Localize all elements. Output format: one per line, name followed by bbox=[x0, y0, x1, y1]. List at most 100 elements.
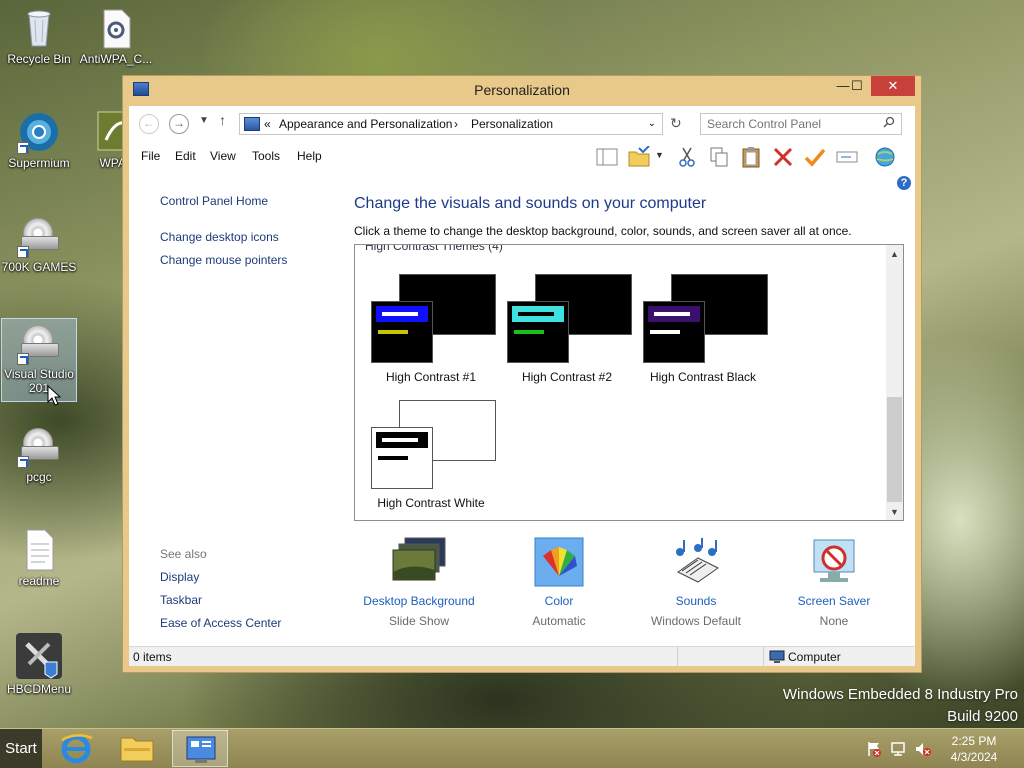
forward-button[interactable]: → bbox=[169, 114, 189, 134]
refresh-icon[interactable]: ↻ bbox=[670, 115, 682, 132]
theme-preview-text bbox=[514, 330, 544, 334]
taskbar-internet-explorer[interactable] bbox=[48, 730, 104, 767]
tools-icon bbox=[15, 632, 63, 680]
desktop-background-setting[interactable]: Desktop Background Slide Show bbox=[354, 536, 484, 628]
taskbar-file-explorer[interactable] bbox=[109, 730, 165, 767]
status-bar: 0 items Computer bbox=[129, 646, 915, 667]
settings-file-icon bbox=[94, 6, 138, 50]
desktop-icon-label: Supermium bbox=[8, 156, 70, 170]
help-icon[interactable]: ? bbox=[897, 176, 911, 190]
link-change-desktop-icons[interactable]: Change desktop icons bbox=[160, 230, 279, 244]
recent-pages-chevron-icon[interactable]: ▼ bbox=[199, 115, 209, 126]
screen-saver-label[interactable]: Screen Saver bbox=[769, 594, 899, 608]
close-button[interactable]: ✕ bbox=[871, 76, 915, 96]
cut-icon[interactable] bbox=[675, 146, 699, 168]
text-file-icon bbox=[17, 528, 61, 572]
screen-saver-icon bbox=[806, 536, 862, 588]
search-icon[interactable] bbox=[883, 116, 895, 128]
breadcrumb-personalization[interactable]: Personalization bbox=[471, 117, 553, 131]
scrollbar-thumb[interactable] bbox=[887, 397, 902, 502]
theme-preview-titlebar bbox=[376, 306, 428, 322]
title-bar[interactable]: Personalization — ☐ ✕ bbox=[123, 76, 921, 104]
breadcrumb-separator: › bbox=[454, 117, 458, 131]
maximize-button[interactable]: ☐ bbox=[843, 76, 871, 96]
menu-edit[interactable]: Edit bbox=[175, 149, 196, 163]
theme-high-contrast-2[interactable]: High Contrast #2 bbox=[507, 274, 647, 404]
desktop-icon-hbcdmenu[interactable]: HBCDMenu bbox=[1, 632, 77, 696]
desktop-icon-label: AntiWPA_C... bbox=[79, 52, 153, 66]
desktop-icon-label: Recycle Bin bbox=[7, 52, 71, 66]
desktop-icon-recycle-bin[interactable]: Recycle Bin bbox=[1, 6, 77, 66]
action-center-flag-icon[interactable] bbox=[866, 741, 882, 757]
navigation-bar: ← → ▼ ↑ « Appearance and Personalization… bbox=[129, 106, 915, 142]
link-ease-of-access-center[interactable]: Ease of Access Center bbox=[160, 616, 281, 630]
sounds-setting[interactable]: Sounds Windows Default bbox=[631, 536, 761, 628]
link-taskbar[interactable]: Taskbar bbox=[160, 593, 202, 607]
color-setting[interactable]: Color Automatic bbox=[494, 536, 624, 628]
theme-preview-front bbox=[371, 301, 433, 363]
theme-high-contrast-white[interactable]: High Contrast White bbox=[371, 400, 511, 520]
desktop-icon-visual-studio[interactable]: Visual Studio 201 bbox=[1, 318, 77, 402]
link-control-panel-home[interactable]: Control Panel Home bbox=[160, 194, 268, 208]
theme-high-contrast-1[interactable]: High Contrast #1 bbox=[371, 274, 511, 404]
screen-saver-setting[interactable]: Screen Saver None bbox=[769, 536, 899, 628]
desktop-icon-label: Visual Studio 201 bbox=[4, 367, 74, 395]
menu-help[interactable]: Help bbox=[297, 149, 322, 163]
back-button[interactable]: ← bbox=[139, 114, 159, 134]
search-input[interactable] bbox=[707, 116, 877, 132]
toolbar-dropdown-icon[interactable]: ▼ bbox=[655, 150, 664, 160]
copy-icon[interactable] bbox=[707, 146, 731, 168]
desktop-icon-label: pcgc bbox=[26, 470, 52, 484]
globe-icon[interactable] bbox=[873, 146, 897, 168]
os-watermark: Windows Embedded 8 Industry Pro Build 92… bbox=[783, 684, 1018, 728]
sounds-label[interactable]: Sounds bbox=[631, 594, 761, 608]
desktop-icon-label: 700K GAMES bbox=[1, 260, 77, 274]
desktop-icon-readme[interactable]: readme bbox=[1, 528, 77, 588]
link-change-mouse-pointers[interactable]: Change mouse pointers bbox=[160, 253, 287, 267]
internet-explorer-icon bbox=[61, 734, 93, 764]
desktop-background-label[interactable]: Desktop Background bbox=[354, 594, 484, 608]
window-title: Personalization bbox=[474, 82, 570, 98]
scroll-down-icon[interactable]: ▼ bbox=[890, 507, 899, 517]
breadcrumb-appearance[interactable]: Appearance and Personalization bbox=[279, 117, 452, 131]
paste-icon[interactable] bbox=[739, 146, 763, 168]
mouse-cursor-icon bbox=[47, 385, 61, 406]
menu-tools[interactable]: Tools bbox=[252, 149, 280, 163]
theme-high-contrast-black[interactable]: High Contrast Black bbox=[643, 274, 783, 404]
menu-view[interactable]: View bbox=[210, 149, 236, 163]
color-label[interactable]: Color bbox=[494, 594, 624, 608]
properties-icon[interactable] bbox=[803, 146, 827, 168]
desktop-background-icon bbox=[391, 536, 447, 588]
up-arrow-icon[interactable]: ↑ bbox=[219, 112, 226, 128]
themes-scrollbar[interactable]: ▲ ▼ bbox=[886, 245, 903, 520]
rename-icon[interactable] bbox=[835, 146, 859, 168]
folder-options-icon[interactable] bbox=[627, 146, 651, 168]
address-dropdown-icon[interactable]: ⌄ bbox=[648, 118, 656, 129]
taskbar: Start 2:25 PM 4/3/2024 bbox=[0, 728, 1024, 768]
start-button[interactable]: Start bbox=[0, 729, 42, 768]
theme-preview-front bbox=[643, 301, 705, 363]
taskbar-control-panel[interactable] bbox=[172, 730, 228, 767]
disc-drive-icon bbox=[17, 214, 61, 258]
volume-muted-icon[interactable] bbox=[914, 741, 932, 757]
themes-list: High Contrast Themes (4) High Contrast #… bbox=[354, 244, 904, 521]
menu-file[interactable]: File bbox=[141, 149, 160, 163]
layout-pane-icon[interactable] bbox=[595, 146, 619, 168]
scroll-up-icon[interactable]: ▲ bbox=[890, 249, 899, 259]
link-display[interactable]: Display bbox=[160, 570, 199, 584]
address-overflow[interactable]: « bbox=[264, 117, 271, 131]
system-clock[interactable]: 2:25 PM 4/3/2024 bbox=[944, 733, 1004, 765]
address-bar[interactable]: « Appearance and Personalization › Perso… bbox=[239, 113, 663, 135]
desktop-icon-pcgc[interactable]: pcgc bbox=[1, 424, 77, 484]
see-also-heading: See also bbox=[160, 547, 207, 561]
theme-settings-row: Desktop Background Slide Show Color Auto… bbox=[354, 536, 894, 636]
search-box[interactable] bbox=[700, 113, 902, 135]
desktop-icon-700k-games[interactable]: 700K GAMES bbox=[1, 214, 77, 274]
desktop-icon-supermium[interactable]: Supermium bbox=[1, 110, 77, 170]
browser-icon bbox=[17, 110, 61, 154]
delete-icon[interactable] bbox=[771, 146, 795, 168]
network-icon[interactable] bbox=[890, 741, 908, 757]
sounds-icon bbox=[668, 536, 724, 588]
desktop-icon-antiwpa[interactable]: AntiWPA_C... bbox=[78, 6, 154, 66]
theme-preview-front bbox=[507, 301, 569, 363]
